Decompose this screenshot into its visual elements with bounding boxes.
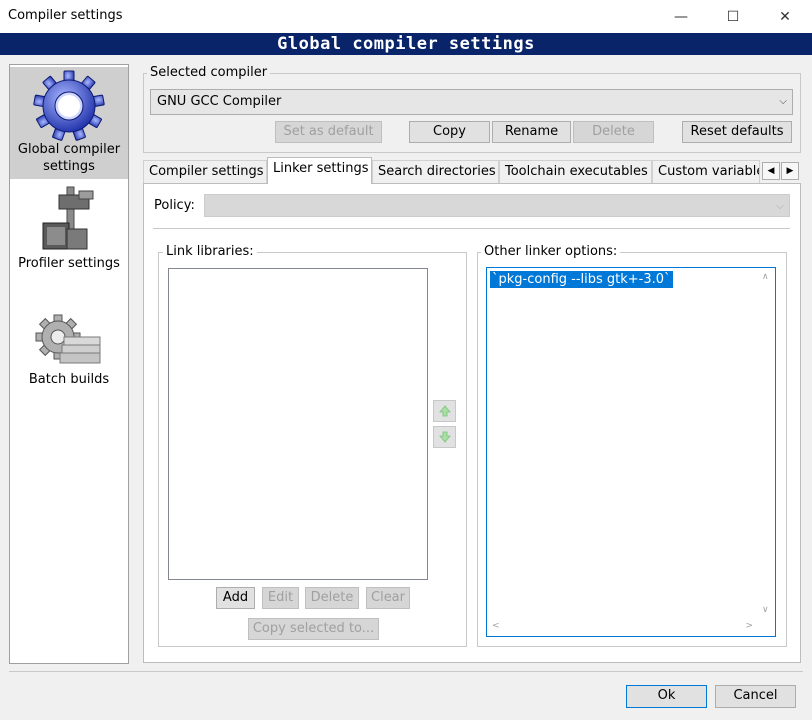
compiler-select-value: GNU GCC Compiler	[157, 94, 282, 109]
set-as-default-button[interactable]: Set as default	[275, 121, 382, 143]
ok-button[interactable]: Ok	[626, 685, 707, 708]
copy-button[interactable]: Copy	[409, 121, 490, 143]
sidebar-item-label: Batch builds	[28, 372, 110, 387]
gear-stack-icon	[35, 314, 101, 364]
arrow-up-icon	[438, 405, 451, 417]
move-down-button[interactable]	[433, 426, 456, 448]
link-libraries-label: Link libraries:	[163, 244, 257, 259]
edit-library-button[interactable]: Edit	[262, 587, 299, 609]
selected-text: `pkg-config --libs gtk+-3.0`	[490, 271, 673, 288]
other-linker-options-input[interactable]: `pkg-config --libs gtk+-3.0` ∧ ∨ < >	[486, 267, 776, 637]
scroll-right-icon[interactable]: >	[745, 621, 753, 631]
scroll-up-icon[interactable]: ∧	[762, 272, 769, 282]
tab-scroll-right-icon[interactable]: ▶	[781, 162, 799, 180]
scroll-left-icon[interactable]: <	[492, 621, 500, 631]
sidebar-item-label: Profiler settings	[18, 256, 120, 271]
minimize-button[interactable]: —	[658, 0, 704, 33]
tab-scroll-left-icon[interactable]: ◀	[762, 162, 780, 180]
move-up-button[interactable]	[433, 400, 456, 422]
tab-custom-variables[interactable]: Custom variable	[652, 160, 760, 183]
sidebar-item-global-compiler[interactable]: Global compiler settings	[10, 67, 128, 179]
compiler-select[interactable]: GNU GCC Compiler ⌵	[150, 89, 793, 115]
tab-linker-settings[interactable]: Linker settings	[267, 157, 372, 184]
link-libraries-list[interactable]	[168, 268, 428, 580]
sidebar-item-batch-builds[interactable]: Batch builds	[10, 305, 128, 395]
divider	[153, 228, 790, 229]
clear-libraries-button[interactable]: Clear	[366, 587, 410, 609]
footer-divider	[9, 671, 803, 672]
copy-selected-to-button[interactable]: Copy selected to...	[248, 618, 379, 640]
tab-toolchain-executables[interactable]: Toolchain executables	[499, 160, 652, 183]
policy-select[interactable]: ⌵	[204, 194, 790, 217]
sidebar-item-label: Global compiler settings	[17, 142, 121, 174]
horizontal-scrollbar[interactable]: < >	[487, 619, 758, 636]
policy-label: Policy:	[154, 198, 195, 213]
delete-library-button[interactable]: Delete	[305, 587, 359, 609]
tab-compiler-settings[interactable]: Compiler settings	[143, 160, 267, 183]
page-banner: Global compiler settings	[0, 33, 812, 55]
other-linker-options-label: Other linker options:	[481, 244, 621, 259]
window-title: Compiler settings	[8, 8, 123, 23]
scroll-down-icon[interactable]: ∨	[762, 605, 769, 615]
cancel-button[interactable]: Cancel	[715, 685, 796, 708]
add-library-button[interactable]: Add	[216, 587, 255, 609]
gear-icon	[33, 70, 105, 141]
arrow-down-icon	[438, 431, 451, 443]
vertical-scrollbar[interactable]: ∧ ∨	[758, 268, 775, 619]
maximize-button[interactable]: ☐	[710, 0, 756, 33]
delete-compiler-button[interactable]: Delete	[573, 121, 654, 143]
sidebar-item-profiler[interactable]: Profiler settings	[10, 183, 128, 283]
title-bar: Compiler settings — ☐ ✕	[0, 0, 812, 33]
reset-defaults-button[interactable]: Reset defaults	[682, 121, 792, 143]
chevron-down-icon: ⌵	[776, 201, 784, 212]
tab-search-directories[interactable]: Search directories	[372, 160, 499, 183]
chevron-down-icon: ⌵	[779, 96, 787, 107]
rename-button[interactable]: Rename	[492, 121, 571, 143]
caliper-icon	[42, 186, 94, 250]
close-button[interactable]: ✕	[762, 0, 808, 33]
settings-category-list: Global compiler settings Profiler settin…	[9, 64, 129, 664]
selected-compiler-label: Selected compiler	[147, 65, 271, 80]
